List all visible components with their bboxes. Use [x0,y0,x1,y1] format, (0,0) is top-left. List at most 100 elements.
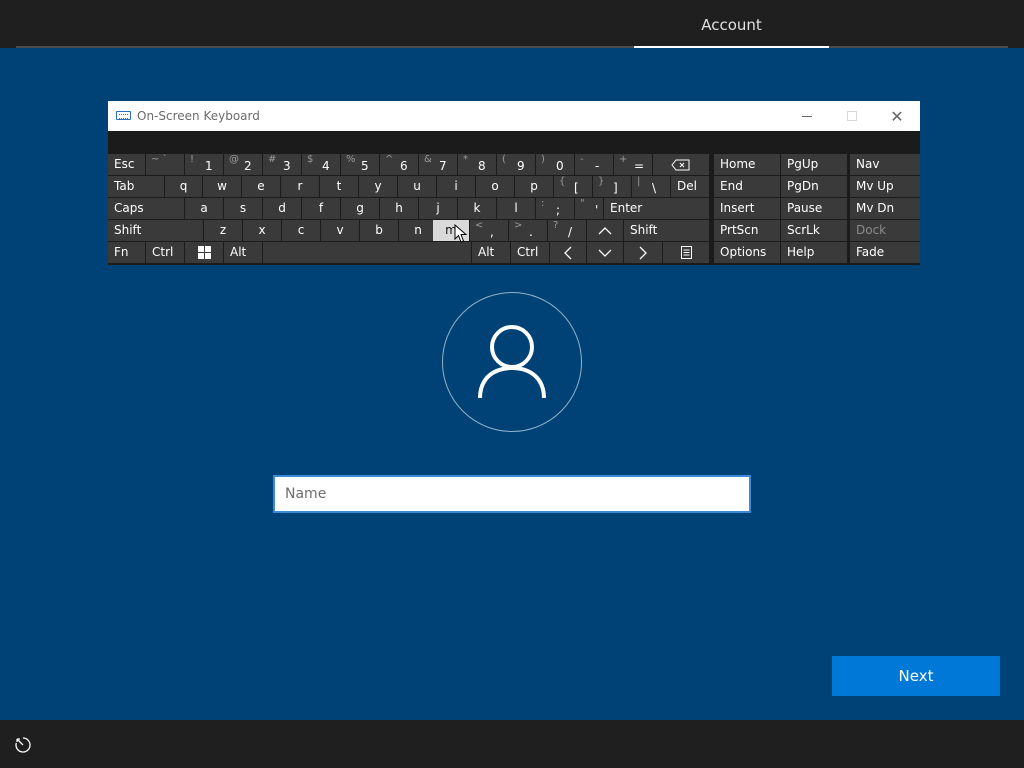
key-left-bracket[interactable]: {[ [554,176,592,197]
key-s[interactable]: s [224,198,262,219]
key-h[interactable]: h [380,198,418,219]
key-i[interactable]: i [437,176,475,197]
key-z[interactable]: z [204,220,242,241]
key-p[interactable]: p [515,176,553,197]
key-dock: Dock [850,220,920,241]
key-menu[interactable] [663,242,709,263]
key-6[interactable]: ^ 6 [380,154,418,175]
key-right-bracket[interactable]: }] [593,176,631,197]
key-o[interactable]: o [476,176,514,197]
key-e[interactable]: e [242,176,280,197]
key-g[interactable]: g [341,198,379,219]
windows-logo-icon [197,246,211,259]
key-0[interactable]: ) 0 [536,154,574,175]
key-r[interactable]: r [281,176,319,197]
key-windows[interactable] [185,242,223,263]
key-backspace[interactable] [653,154,709,175]
key-semicolon[interactable]: :; [536,198,574,219]
key-esc[interactable]: Esc [108,154,145,175]
key-home[interactable]: Home [714,154,780,175]
key-pgdn[interactable]: PgDn [781,176,847,197]
key-help[interactable]: Help [781,242,847,263]
key-w[interactable]: w [203,176,241,197]
key-arrow-down[interactable] [587,242,623,263]
key-del[interactable]: Del [671,176,709,197]
name-input[interactable] [273,475,751,513]
key-l[interactable]: l [497,198,535,219]
close-button[interactable]: ✕ [874,101,920,131]
key-x[interactable]: x [243,220,281,241]
key-options[interactable]: Options [714,242,780,263]
key-8[interactable]: * 8 [458,154,496,175]
key-5[interactable]: % 5 [341,154,379,175]
minimize-button[interactable] [784,101,830,131]
maximize-icon [847,111,857,121]
key-arrow-right[interactable] [624,242,662,263]
key-u[interactable]: u [398,176,436,197]
key-move-down[interactable]: Mv Dn [850,198,920,219]
keyboard-icon [116,111,131,120]
key-shift-left[interactable]: Shift [108,220,203,241]
key-period[interactable]: >. [509,220,547,241]
top-bar-divider [16,46,1008,48]
key-j[interactable]: j [419,198,457,219]
osk-title: On-Screen Keyboard [137,109,260,123]
key-shift-right[interactable]: Shift [624,220,709,241]
key-pgup[interactable]: PgUp [781,154,847,175]
key-b[interactable]: b [360,220,398,241]
key-n[interactable]: n [399,220,437,241]
key-1[interactable]: ! 1 [185,154,223,175]
key-y[interactable]: y [359,176,397,197]
key-4[interactable]: $4 [302,154,340,175]
user-icon [478,325,546,399]
key-slash[interactable]: ? / [548,220,586,241]
key-arrow-left[interactable] [550,242,586,263]
key-space[interactable] [263,242,471,263]
key-tab[interactable]: Tab [108,176,164,197]
key-3[interactable]: #3 [263,154,301,175]
key-move-up[interactable]: Mv Up [850,176,920,197]
key-minus[interactable]: -- [575,154,613,175]
key-f[interactable]: f [302,198,340,219]
key-alt-right[interactable]: Alt [472,242,510,263]
next-button[interactable]: Next [832,656,1000,696]
key-ctrl-left[interactable]: Ctrl [146,242,184,263]
menu-key-icon [680,246,692,259]
key-a[interactable]: a [185,198,223,219]
arrow-left-icon [564,246,572,259]
key-c[interactable]: c [282,220,320,241]
key-equals[interactable]: + = [614,154,652,175]
key-fade[interactable]: Fade [850,242,920,263]
key-tilde[interactable]: ~ ` [146,154,184,175]
key-arrow-up[interactable] [587,220,623,241]
key-q[interactable]: q [165,176,202,197]
osk-title-bar[interactable]: On-Screen Keyboard ✕ [108,101,920,131]
key-insert[interactable]: Insert [714,198,780,219]
key-quote[interactable]: " ' [575,198,603,219]
arrow-down-icon [598,249,612,257]
key-comma[interactable]: <, [470,220,508,241]
key-alt-left[interactable]: Alt [224,242,262,263]
key-7[interactable]: & 7 [419,154,457,175]
mouse-cursor-icon [454,224,468,243]
ease-of-access-button[interactable] [14,736,34,756]
key-fn[interactable]: Fn [108,242,145,263]
key-backslash[interactable]: | \ [632,176,670,197]
key-ctrl-right[interactable]: Ctrl [511,242,549,263]
key-prtscn[interactable]: PrtScn [714,220,780,241]
key-t[interactable]: t [320,176,358,197]
key-enter[interactable]: Enter [604,198,709,219]
key-caps[interactable]: Caps [108,198,184,219]
key-scrlk[interactable]: ScrLk [781,220,847,241]
key-k[interactable]: k [458,198,496,219]
on-screen-keyboard-window[interactable]: On-Screen Keyboard ✕ Esc ~ ` ! 1 @2 #3 $4… [108,101,920,265]
key-2[interactable]: @2 [224,154,262,175]
key-end[interactable]: End [714,176,780,197]
key-9[interactable]: (9 [497,154,535,175]
tab-active-underline [634,46,829,48]
key-d[interactable]: d [263,198,301,219]
key-v[interactable]: v [321,220,359,241]
key-pause[interactable]: Pause [781,198,847,219]
top-bar: Account [0,0,1024,48]
key-nav[interactable]: Nav [850,154,920,175]
